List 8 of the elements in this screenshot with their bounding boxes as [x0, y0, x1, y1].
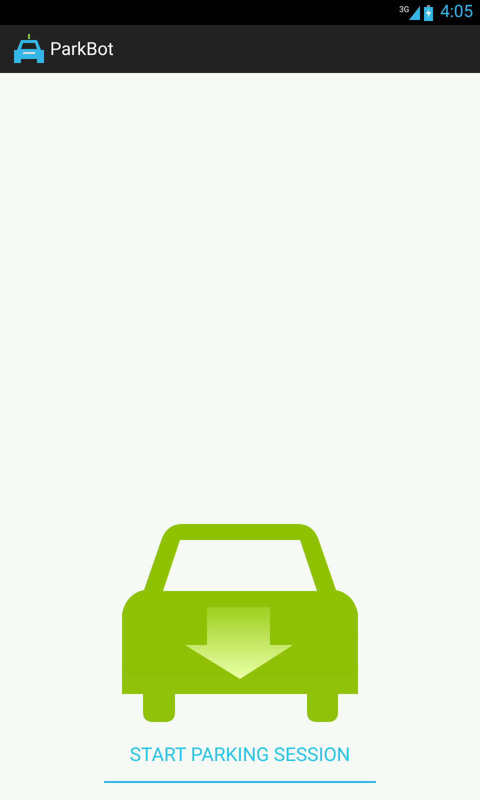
battery-charging-icon — [424, 4, 434, 20]
start-parking-button[interactable]: START PARKING SESSION — [104, 738, 376, 783]
network-type-label: 3G — [399, 6, 410, 14]
car-drawing[interactable] — [122, 522, 358, 724]
app-title: ParkBot — [50, 38, 114, 62]
clock-time: 4:05 — [440, 4, 473, 21]
signal-icon — [409, 6, 420, 20]
car-logo-icon — [13, 33, 45, 65]
